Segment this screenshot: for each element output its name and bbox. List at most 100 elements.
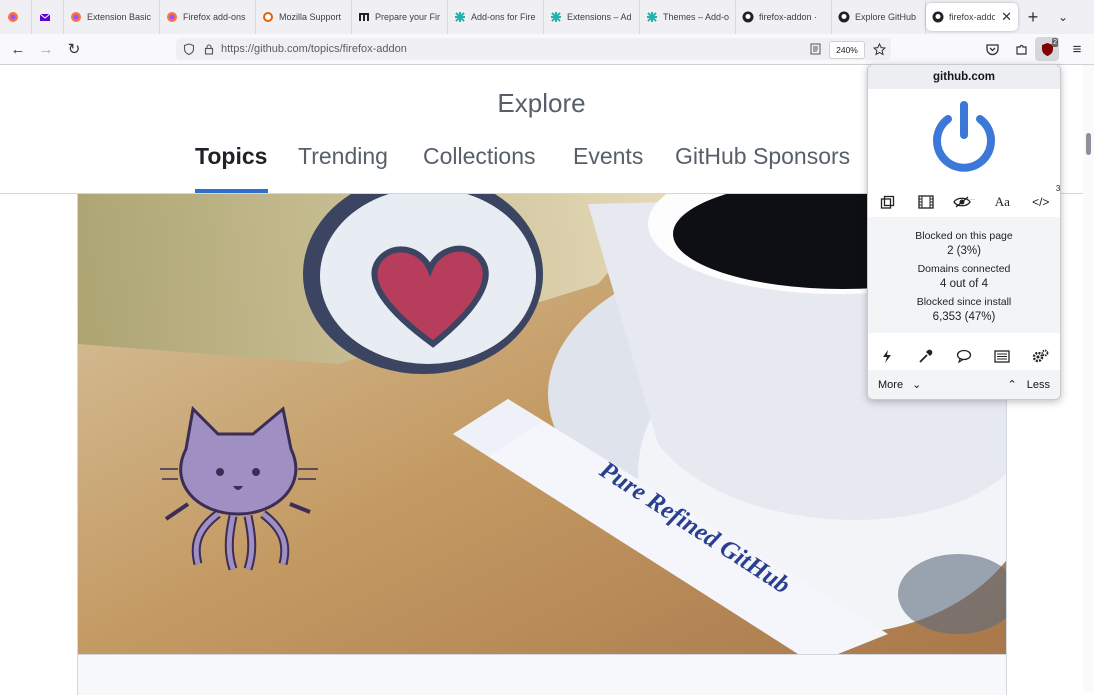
popup-blocker-icon bbox=[880, 195, 894, 209]
zap-icon bbox=[883, 349, 892, 363]
stat-value: 2 (3%) bbox=[947, 245, 981, 257]
mozilla-icon bbox=[263, 12, 273, 22]
page-scrollbar[interactable] bbox=[1083, 65, 1094, 691]
tab-label: Explore GitHub bbox=[855, 12, 917, 22]
logger-button[interactable] bbox=[988, 345, 1016, 367]
scrollbar-thumb[interactable] bbox=[1086, 133, 1091, 155]
more-button[interactable]: More ⌄ bbox=[878, 378, 921, 391]
popup-tools bbox=[868, 343, 1060, 369]
new-tab-button[interactable]: + bbox=[1018, 7, 1048, 28]
tab-addons-for-firefox[interactable]: Add-ons for Fire bbox=[448, 0, 544, 34]
tab-label: Mozilla Support bbox=[279, 12, 342, 22]
mail-icon bbox=[39, 13, 51, 21]
tab-events[interactable]: Events bbox=[573, 143, 643, 170]
stat-label: Blocked on this page bbox=[915, 230, 1013, 242]
cosmetic-filter-icon: ··· bbox=[953, 196, 975, 208]
more-less-row: More ⌄ ⌃ Less bbox=[868, 370, 1060, 399]
script-icon: </> bbox=[1032, 195, 1050, 209]
no-cosmetic-filtering-switch[interactable]: ··· bbox=[950, 191, 978, 213]
tab-prepare-firefox[interactable]: Prepare your Fir bbox=[352, 0, 448, 34]
report-icon bbox=[956, 349, 972, 363]
tab-collections[interactable]: Collections bbox=[423, 143, 536, 170]
back-arrow-icon: ← bbox=[10, 40, 26, 58]
bookmark-star-icon[interactable] bbox=[873, 42, 886, 56]
tab-firefox-addon-active[interactable]: firefox-addon ✕ bbox=[926, 3, 1018, 31]
stat-value: 4 out of 4 bbox=[940, 278, 988, 290]
report-button[interactable] bbox=[950, 345, 978, 367]
no-popups-switch[interactable] bbox=[873, 191, 901, 213]
tab-github-sponsors[interactable]: GitHub Sponsors bbox=[675, 143, 850, 170]
no-scripting-switch[interactable]: </> 35 bbox=[1027, 184, 1060, 213]
font-icon: Aa bbox=[994, 194, 1010, 209]
zoom-indicator[interactable]: 240% bbox=[829, 41, 865, 59]
reload-icon: ↻ bbox=[67, 41, 81, 58]
ublock-origin-button[interactable]: 2 bbox=[1035, 37, 1059, 61]
tab-strip: Extension Basic Firefox add-ons Mozilla … bbox=[0, 0, 1094, 34]
extension-badge: 2 bbox=[1052, 38, 1058, 47]
ublock-popup-panel: github.com ··· Aa </> 35 Blocked on this… bbox=[867, 64, 1061, 400]
tab-label: firefox-addon · bbox=[759, 12, 818, 22]
tab-label: Add-ons for Fire bbox=[471, 12, 536, 22]
element-picker-button[interactable] bbox=[912, 345, 940, 367]
list-all-tabs-icon[interactable]: ⌄ bbox=[1048, 10, 1078, 24]
picker-icon bbox=[919, 349, 933, 363]
tab-themes-addons[interactable]: Themes – Add-o bbox=[640, 0, 736, 34]
pocket-icon bbox=[985, 43, 999, 55]
logger-icon bbox=[994, 349, 1011, 363]
tab-firefox-view[interactable] bbox=[0, 0, 32, 34]
stat-label: Domains connected bbox=[917, 263, 1011, 275]
tab-label: Prepare your Fir bbox=[375, 12, 441, 22]
tab-explore-github[interactable]: Explore GitHub bbox=[832, 0, 926, 34]
dashboard-button[interactable] bbox=[1027, 345, 1055, 367]
tab-topics[interactable]: Topics bbox=[195, 143, 267, 170]
puzzle-icon bbox=[551, 12, 561, 22]
tab-mail[interactable] bbox=[32, 0, 64, 34]
tab-label: Extension Basic bbox=[87, 12, 152, 22]
tab-mozilla-support[interactable]: Mozilla Support bbox=[256, 0, 352, 34]
per-site-switches: ··· Aa </> 35 bbox=[868, 184, 1060, 215]
less-button[interactable]: ⌃ Less bbox=[1008, 378, 1050, 391]
extensions-button[interactable] bbox=[1007, 35, 1035, 63]
firefox-icon bbox=[167, 12, 177, 22]
tab-trending[interactable]: Trending bbox=[298, 143, 388, 170]
lock-icon bbox=[204, 44, 214, 55]
firefox-icon bbox=[8, 12, 18, 22]
media-icon bbox=[917, 195, 934, 209]
puzzle-icon bbox=[455, 12, 465, 22]
tab-label: Extensions – Ad bbox=[567, 12, 632, 22]
zapper-button[interactable] bbox=[873, 345, 901, 367]
back-button[interactable]: ← bbox=[4, 35, 32, 63]
puzzle-piece-icon bbox=[1015, 44, 1027, 55]
url-bar[interactable]: https://github.com/topics/firefox-addon bbox=[176, 38, 891, 60]
forward-arrow-icon: → bbox=[38, 40, 54, 58]
script-count-badge: 35 bbox=[1055, 184, 1061, 193]
settings-icon bbox=[1033, 349, 1049, 363]
no-remote-fonts-switch[interactable]: Aa bbox=[988, 191, 1016, 213]
tab-firefox-addon-github[interactable]: firefox-addon · bbox=[736, 0, 832, 34]
puzzle-icon bbox=[647, 12, 657, 22]
firefox-icon bbox=[71, 12, 81, 22]
tab-extensions-addons[interactable]: Extensions – Ad bbox=[544, 0, 640, 34]
reader-view-icon[interactable] bbox=[810, 43, 821, 55]
pocket-button[interactable] bbox=[978, 35, 1006, 63]
tab-label: Firefox add-ons bbox=[183, 12, 246, 22]
tab-extension-basics[interactable]: Extension Basic bbox=[64, 0, 160, 34]
blocking-stats: Blocked on this page 2 (3%) Domains conn… bbox=[868, 217, 1060, 333]
stat-value: 6,353 (47%) bbox=[932, 311, 996, 323]
power-button[interactable] bbox=[930, 99, 998, 173]
github-icon bbox=[742, 11, 754, 23]
url-text: https://github.com/topics/firefox-addon bbox=[221, 43, 407, 55]
reload-button[interactable]: ↻ bbox=[60, 35, 88, 63]
close-tab-icon[interactable]: ✕ bbox=[1001, 9, 1012, 25]
app-menu-button[interactable]: ≡ bbox=[1063, 35, 1091, 63]
github-icon bbox=[838, 11, 850, 23]
forward-button[interactable]: → bbox=[32, 35, 60, 63]
tracking-protection-shield-icon bbox=[183, 43, 195, 55]
no-large-media-switch[interactable] bbox=[912, 191, 940, 213]
tab-firefox-addons[interactable]: Firefox add-ons bbox=[160, 0, 256, 34]
chevron-down-icon: ⌄ bbox=[912, 379, 922, 391]
stat-label: Blocked since install bbox=[916, 296, 1012, 308]
svg-text:···: ··· bbox=[970, 197, 975, 203]
more-label: More bbox=[878, 379, 904, 391]
mdn-icon bbox=[359, 13, 369, 21]
